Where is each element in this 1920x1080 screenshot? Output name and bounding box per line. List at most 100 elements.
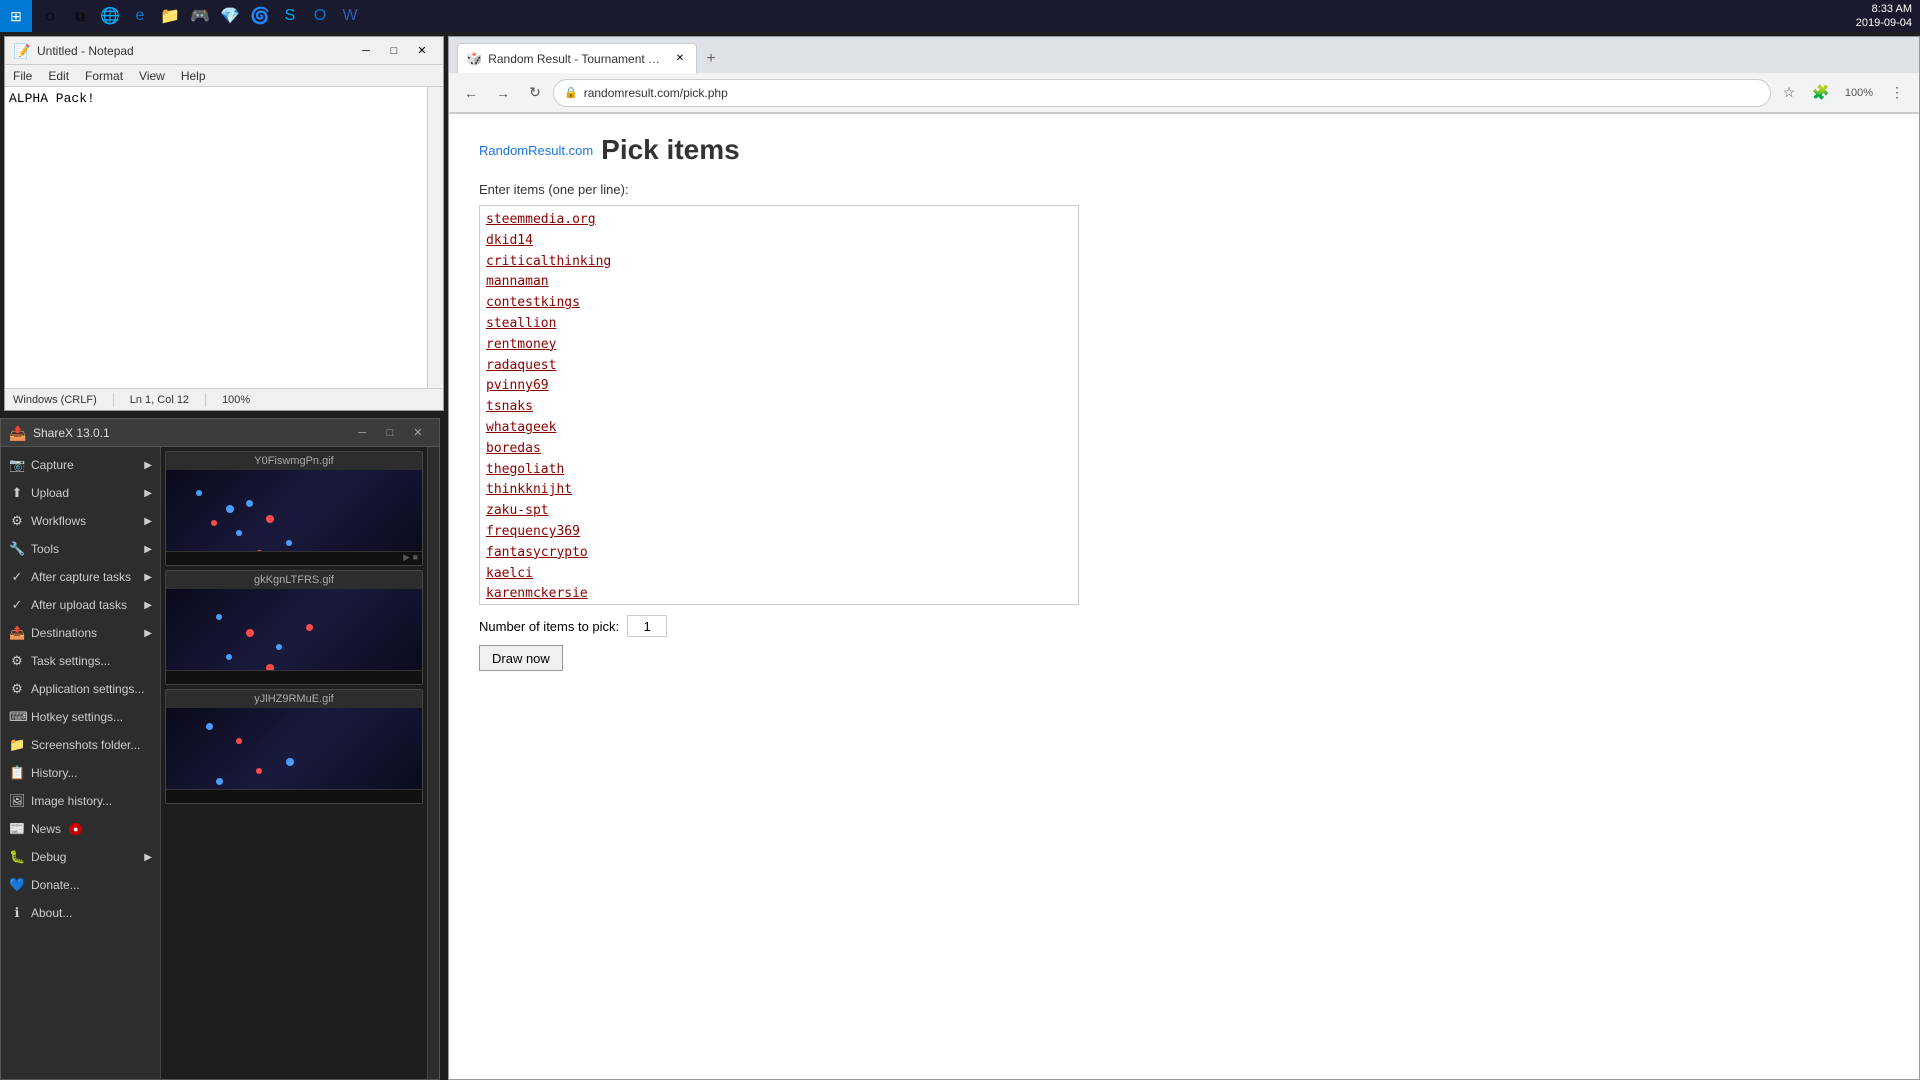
item-link[interactable]: frequency369 [486,522,1072,543]
sidebar-item-tools[interactable]: 🔧 Tools ▶ [1,535,160,563]
back-button[interactable]: ← [457,79,485,107]
maximize-button[interactable]: □ [381,41,407,61]
unit6 [266,515,274,523]
item-link[interactable]: radaquest [486,356,1072,377]
minimize-button[interactable]: ─ [353,41,379,61]
thumbnail-3-img [166,708,422,803]
unit12 [306,624,313,631]
sidebar-item-after-upload[interactable]: ✓ After upload tasks ▶ [1,591,160,619]
active-tab[interactable]: 🎲 Random Result - Tournament dr... ✕ [457,43,697,73]
workflows-arrow: ▶ [144,516,152,527]
new-tab-button[interactable]: + [697,45,725,73]
item-link[interactable]: whatageek [486,418,1072,439]
sidebar-item-app-settings[interactable]: ⚙ Application settings... [1,675,160,703]
item-link[interactable]: mannaman [486,272,1072,293]
statusbar-divider1 [113,393,114,407]
menu-file[interactable]: File [9,65,36,86]
forward-button[interactable]: → [489,79,517,107]
menu-format[interactable]: Format [81,65,127,86]
item-link[interactable]: dkid14 [486,231,1072,252]
thumbnail-2-title: gkKgnLTFRS.gif [166,571,422,589]
zoom-label: 100% [1839,79,1879,107]
thumbnail-3: yJlHZ9RMuE.gif [165,689,423,804]
skype-icon[interactable]: S [276,2,304,30]
item-link[interactable]: karenmckersie [486,584,1072,605]
close-button[interactable]: ✕ [409,41,435,61]
app2-icon[interactable]: 💎 [216,2,244,30]
search-taskbar-icon[interactable]: ○ [36,2,64,30]
extensions-icon[interactable]: 🧩 [1807,79,1835,107]
start-button[interactable]: ⊞ [0,0,32,32]
sidebar-history-label: History... [31,766,77,780]
app1-icon[interactable]: 🎮 [186,2,214,30]
explorer-icon[interactable]: 📁 [156,2,184,30]
number-input[interactable] [627,615,667,637]
sidebar-item-task-settings[interactable]: ⚙ Task settings... [1,647,160,675]
taskbar: ⊞ ○ ⧉ 🌐 e 📁 🎮 💎 🌀 S O W 8:33 AM 2019-09-… [0,0,1920,32]
item-link[interactable]: tsnaks [486,397,1072,418]
screenshots-folder-icon: 📁 [9,737,25,753]
sharex-minimize[interactable]: ─ [349,423,375,443]
sidebar-item-hotkey-settings[interactable]: ⌨ Hotkey settings... [1,703,160,731]
item-link[interactable]: criticalthinking [486,252,1072,273]
sidebar-item-capture[interactable]: 📷 Capture ▶ [1,451,160,479]
draw-button-container: Draw now [479,645,1889,671]
sidebar-item-destinations[interactable]: 📤 Destinations ▶ [1,619,160,647]
item-link[interactable]: steemmedia.org [486,210,1072,231]
item-link[interactable]: contestkings [486,293,1072,314]
menu-help[interactable]: Help [177,65,210,86]
edge-icon[interactable]: e [126,2,154,30]
notepad-textarea[interactable]: ALPHA Pack! [5,87,443,388]
task-view-icon[interactable]: ⧉ [66,2,94,30]
sidebar-item-workflows[interactable]: ⚙ Workflows ▶ [1,507,160,535]
browser-content: RandomResult.com Pick items Enter items … [449,114,1919,1079]
item-link[interactable]: kaelci [486,564,1072,585]
sidebar-item-donate[interactable]: 💙 Donate... [1,871,160,899]
upload-icon: ⬆ [9,485,25,501]
item-link[interactable]: fantasycrypto [486,543,1072,564]
hotkey-settings-icon: ⌨ [9,709,25,725]
outlook-icon[interactable]: O [306,2,334,30]
draw-button[interactable]: Draw now [479,645,563,671]
sidebar-after-capture-label: After capture tasks [31,570,131,584]
menu-button[interactable]: ⋮ [1883,79,1911,107]
item-link[interactable]: rentmoney [486,335,1072,356]
item-link[interactable]: boredas [486,439,1072,460]
item-link[interactable]: pvinny69 [486,376,1072,397]
page-logo[interactable]: RandomResult.com [479,143,593,158]
sharex-maximize[interactable]: □ [377,423,403,443]
item-link[interactable]: zaku-spt [486,501,1072,522]
sidebar-item-about[interactable]: ℹ About... [1,899,160,927]
sidebar-item-image-history[interactable]: 🖼 Image history... [1,787,160,815]
tab-close-button[interactable]: ✕ [672,51,688,67]
ie-icon[interactable]: 🌐 [96,2,124,30]
sharex-close[interactable]: ✕ [405,423,431,443]
sidebar-item-after-capture[interactable]: ✓ After capture tasks ▶ [1,563,160,591]
item-link[interactable]: thinkknijht [486,480,1072,501]
game-bar-1 [166,551,422,565]
number-row: Number of items to pick: [479,615,1889,637]
tab-title: Random Result - Tournament dr... [488,52,666,66]
address-bar[interactable]: 🔒 randomresult.com/pick.php [553,79,1771,107]
sidebar-item-news[interactable]: 📰 News ● [1,815,160,843]
sidebar-item-history[interactable]: 📋 History... [1,759,160,787]
word-icon[interactable]: W [336,2,364,30]
sharex-scrollbar[interactable] [427,447,439,1079]
unit15 [206,723,213,730]
bookmark-icon[interactable]: ☆ [1775,79,1803,107]
item-link[interactable]: thegoliath [486,460,1072,481]
app3-icon[interactable]: 🌀 [246,2,274,30]
page-logo-link[interactable]: RandomResult.com [479,143,593,158]
news-badge: ● [69,823,82,835]
menu-edit[interactable]: Edit [44,65,73,86]
sidebar-item-upload[interactable]: ⬆ Upload ▶ [1,479,160,507]
item-link[interactable]: steallion [486,314,1072,335]
reload-button[interactable]: ↻ [521,79,549,107]
sidebar-item-screenshots-folder[interactable]: 📁 Screenshots folder... [1,731,160,759]
sharex-titlebar: 📤 ShareX 13.0.1 ─ □ ✕ [1,419,439,447]
sidebar-item-debug[interactable]: 🐛 Debug ▶ [1,843,160,871]
items-textarea[interactable]: steemmedia.orgdkid14criticalthinkingmann… [479,205,1079,605]
menu-view[interactable]: View [135,65,169,86]
notepad-scrollbar[interactable] [427,87,443,388]
task-settings-icon: ⚙ [9,653,25,669]
